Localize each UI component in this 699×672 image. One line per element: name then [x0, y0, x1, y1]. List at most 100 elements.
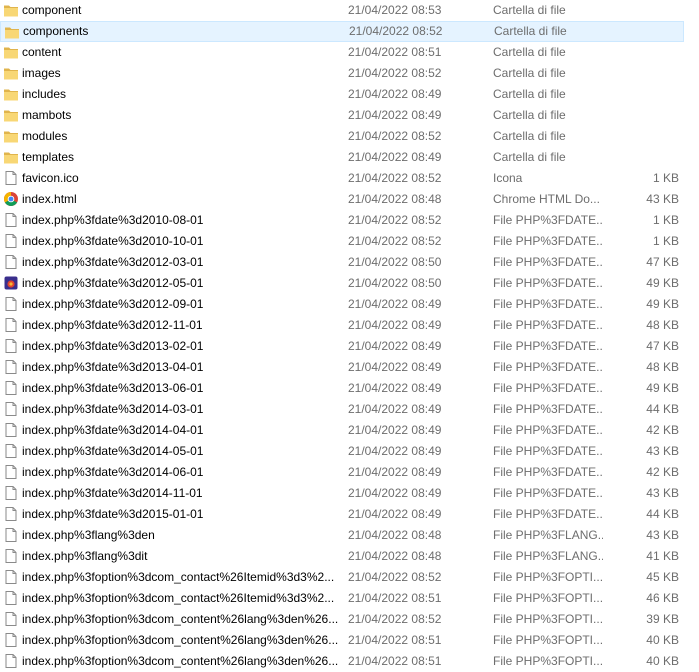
file-type: File PHP%3FDATE...	[493, 318, 603, 332]
file-row[interactable]: index.php%3fdate%3d2012-03-01 21/04/2022 …	[0, 252, 684, 273]
file-name: index.php%3fdate%3d2014-11-01	[22, 486, 203, 500]
file-row[interactable]: images 21/04/2022 08:52 Cartella di file	[0, 63, 684, 84]
file-name: index.php%3fdate%3d2014-04-01	[22, 423, 204, 437]
file-size: 43 KB	[646, 444, 679, 458]
file-row[interactable]: index.php%3fdate%3d2012-11-01 21/04/2022 …	[0, 315, 684, 336]
file-row[interactable]: components 21/04/2022 08:52 Cartella di fi…	[0, 21, 684, 42]
file-row[interactable]: index.php%3fdate%3d2012-05-01 21/04/2022 …	[0, 273, 684, 294]
file-row[interactable]: index.html 21/04/2022 08:48 Chrome HTML Do…	[0, 189, 684, 210]
file-type: Cartella di file	[494, 24, 567, 38]
file-row[interactable]: index.php%3fdate%3d2014-06-01 21/04/2022 …	[0, 462, 684, 483]
file-size: 39 KB	[646, 612, 679, 626]
file-type: File PHP%3FDATE...	[493, 402, 603, 416]
file-type: Icona	[493, 171, 523, 185]
chrome-icon	[3, 191, 19, 207]
file-row[interactable]: content 21/04/2022 08:51 Cartella di file	[0, 42, 684, 63]
file-type: File PHP%3FDATE...	[493, 297, 603, 311]
file-row[interactable]: index.php%3fdate%3d2012-09-01 21/04/2022 …	[0, 294, 684, 315]
file-icon	[3, 359, 19, 375]
file-size: 1 KB	[652, 171, 679, 185]
file-type: File PHP%3FOPTI...	[493, 654, 603, 668]
file-name: index.php%3flang%3den	[22, 528, 155, 542]
file-row[interactable]: index.php%3fdate%3d2013-02-01 21/04/2022 …	[0, 336, 684, 357]
file-type: File PHP%3FDATE...	[493, 423, 603, 437]
file-type: Cartella di file	[493, 45, 566, 59]
file-modified: 21/04/2022 08:49	[348, 507, 442, 521]
folder-icon	[3, 107, 19, 123]
file-row[interactable]: favicon.ico 21/04/2022 08:52 Icona 1 KB	[0, 168, 684, 189]
file-size: 45 KB	[646, 570, 679, 584]
file-modified: 21/04/2022 08:48	[348, 192, 442, 206]
file-type: File PHP%3FDATE...	[493, 213, 603, 227]
file-icon	[3, 317, 19, 333]
file-type: File PHP%3FLANG...	[493, 549, 603, 563]
file-row[interactable]: includes 21/04/2022 08:49 Cartella di file	[0, 84, 684, 105]
file-modified: 21/04/2022 08:49	[348, 87, 442, 101]
file-name: index.php%3fdate%3d2014-05-01	[22, 444, 204, 458]
file-icon	[3, 338, 19, 354]
file-row[interactable]: index.php%3fdate%3d2013-04-01 21/04/2022 …	[0, 357, 684, 378]
file-modified: 21/04/2022 08:49	[348, 423, 442, 437]
file-size: 48 KB	[646, 318, 679, 332]
file-size: 1 KB	[652, 234, 679, 248]
file-size: 47 KB	[646, 255, 679, 269]
file-icon	[3, 632, 19, 648]
file-row[interactable]: index.php%3fdate%3d2014-11-01 21/04/2022 …	[0, 483, 684, 504]
file-row[interactable]: index.php%3fdate%3d2010-08-01 21/04/2022 …	[0, 210, 684, 231]
file-modified: 21/04/2022 08:52	[348, 171, 442, 185]
file-modified: 21/04/2022 08:49	[348, 465, 442, 479]
file-row[interactable]: index.php%3flang%3dit 21/04/2022 08:48 Fil…	[0, 546, 684, 567]
file-modified: 21/04/2022 08:48	[348, 549, 442, 563]
file-name: index.php%3flang%3dit	[22, 549, 148, 563]
app-icon	[3, 275, 19, 291]
file-modified: 21/04/2022 08:51	[348, 45, 442, 59]
file-size: 49 KB	[646, 381, 679, 395]
file-row[interactable]: component 21/04/2022 08:53 Cartella di fil…	[0, 0, 684, 21]
file-name: index.php%3fdate%3d2010-10-01	[22, 234, 204, 248]
file-name: index.php%3fdate%3d2015-01-01	[22, 507, 204, 521]
file-row[interactable]: index.php%3foption%3dcom_content%26lang%…	[0, 609, 684, 630]
file-name: includes	[22, 87, 67, 101]
file-icon	[3, 464, 19, 480]
file-size: 41 KB	[646, 549, 679, 563]
file-row[interactable]: index.php%3fdate%3d2014-04-01 21/04/2022 …	[0, 420, 684, 441]
file-row[interactable]: index.php%3fdate%3d2014-05-01 21/04/2022 …	[0, 441, 684, 462]
file-row[interactable]: index.php%3fdate%3d2010-10-01 21/04/2022 …	[0, 231, 684, 252]
file-size: 43 KB	[646, 528, 679, 542]
file-modified: 21/04/2022 08:48	[348, 528, 442, 542]
file-row[interactable]: index.php%3fdate%3d2015-01-01 21/04/2022 …	[0, 504, 684, 525]
file-name: index.php%3fdate%3d2013-02-01	[22, 339, 204, 353]
file-row[interactable]: index.php%3foption%3dcom_content%26lang%…	[0, 651, 684, 672]
file-modified: 21/04/2022 08:52	[349, 24, 443, 38]
file-size	[600, 42, 679, 63]
file-type: File PHP%3FOPTI...	[493, 570, 603, 584]
file-row[interactable]: modules 21/04/2022 08:52 Cartella di file	[0, 126, 684, 147]
file-name: index.php%3fdate%3d2013-04-01	[22, 360, 204, 374]
file-name: index.php%3fdate%3d2012-09-01	[22, 297, 204, 311]
file-size: 49 KB	[646, 297, 679, 311]
file-row[interactable]: index.php%3foption%3dcom_contact%26Itemi…	[0, 588, 684, 609]
file-icon	[3, 422, 19, 438]
file-row[interactable]: mambots 21/04/2022 08:49 Cartella di file	[0, 105, 684, 126]
file-icon	[3, 212, 19, 228]
file-row[interactable]: index.php%3fdate%3d2014-03-01 21/04/2022 …	[0, 399, 684, 420]
file-modified: 21/04/2022 08:52	[348, 66, 442, 80]
file-row[interactable]: index.php%3foption%3dcom_content%26lang%…	[0, 630, 684, 651]
file-modified: 21/04/2022 08:52	[348, 213, 442, 227]
file-row[interactable]: index.php%3flang%3den 21/04/2022 08:48 Fil…	[0, 525, 684, 546]
file-type: Cartella di file	[493, 66, 566, 80]
file-row[interactable]: index.php%3fdate%3d2013-06-01 21/04/2022 …	[0, 378, 684, 399]
file-type: Cartella di file	[493, 3, 566, 17]
file-type: File PHP%3FOPTI...	[493, 591, 603, 605]
file-name: components	[23, 24, 89, 38]
file-name: index.php%3foption%3dcom_contact%26Itemi…	[22, 570, 335, 584]
file-size: 48 KB	[646, 360, 679, 374]
file-size: 40 KB	[646, 654, 679, 668]
file-row[interactable]: index.php%3foption%3dcom_contact%26Itemi…	[0, 567, 684, 588]
file-size	[600, 84, 679, 105]
file-size: 44 KB	[646, 507, 679, 521]
file-modified: 21/04/2022 08:52	[348, 129, 442, 143]
file-row[interactable]: templates 21/04/2022 08:49 Cartella di fil…	[0, 147, 684, 168]
file-icon	[3, 254, 19, 270]
file-size	[600, 105, 679, 126]
